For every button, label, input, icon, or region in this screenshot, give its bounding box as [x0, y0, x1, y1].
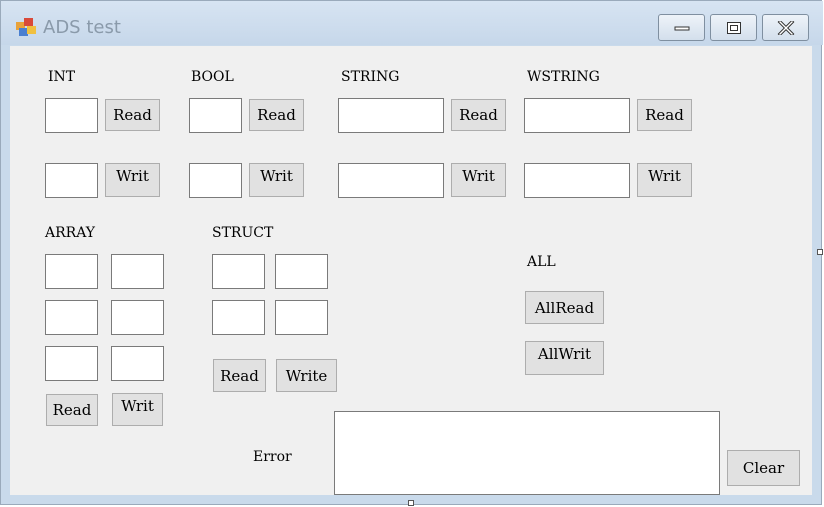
array-read-button[interactable]: Read [46, 394, 98, 426]
wstring-label: WSTRING [527, 69, 600, 85]
all-write-button[interactable]: AllWrit [525, 341, 604, 375]
int-read-field[interactable] [45, 98, 98, 133]
minimize-icon [674, 26, 690, 31]
title-bar[interactable]: ADS test [1, 1, 823, 45]
window-title: ADS test [43, 17, 121, 38]
bool-label: BOOL [191, 69, 234, 85]
string-label: STRING [341, 69, 400, 85]
maximize-icon [727, 22, 741, 34]
close-button[interactable] [762, 14, 809, 41]
main-window: ADS test INT Read Writ BOOL Read Writ ST… [0, 0, 823, 505]
maximize-button[interactable] [710, 14, 757, 41]
wstring-write-field[interactable] [524, 163, 630, 198]
array-field-5[interactable] [111, 346, 164, 381]
struct-label: STRUCT [212, 225, 274, 241]
bool-write-field[interactable] [189, 163, 242, 198]
array-label: ARRAY [45, 225, 95, 241]
all-read-button[interactable]: AllRead [525, 291, 604, 324]
resize-handle-right[interactable] [817, 249, 823, 255]
int-label: INT [48, 69, 76, 85]
struct-read-button[interactable]: Read [213, 359, 266, 392]
bool-read-field[interactable] [189, 98, 242, 133]
resize-handle-bottom[interactable] [408, 500, 414, 506]
app-icon [16, 18, 36, 36]
array-write-button[interactable]: Writ [112, 393, 163, 426]
int-write-button[interactable]: Writ [105, 163, 160, 197]
bool-read-button[interactable]: Read [249, 99, 304, 131]
wstring-read-button[interactable]: Read [637, 99, 692, 131]
struct-field-0[interactable] [212, 254, 265, 289]
minimize-button[interactable] [658, 14, 705, 41]
struct-field-2[interactable] [212, 300, 265, 335]
string-read-button[interactable]: Read [451, 99, 506, 131]
form-client-area: INT Read Writ BOOL Read Writ STRING Read… [10, 46, 812, 495]
string-write-button[interactable]: Writ [451, 163, 506, 197]
all-label: ALL [527, 254, 556, 270]
array-field-3[interactable] [111, 300, 164, 335]
wstring-read-field[interactable] [524, 98, 630, 133]
struct-write-button[interactable]: Write [276, 359, 337, 392]
struct-field-1[interactable] [275, 254, 328, 289]
int-read-button[interactable]: Read [105, 99, 160, 131]
array-field-1[interactable] [111, 254, 164, 289]
close-icon [777, 21, 795, 35]
bool-write-button[interactable]: Writ [249, 163, 304, 197]
wstring-write-button[interactable]: Writ [637, 163, 692, 197]
string-write-field[interactable] [338, 163, 444, 198]
array-field-0[interactable] [45, 254, 98, 289]
array-field-2[interactable] [45, 300, 98, 335]
error-label: Error [253, 449, 292, 465]
array-field-4[interactable] [45, 346, 98, 381]
int-write-field[interactable] [45, 163, 98, 198]
clear-button[interactable]: Clear [727, 450, 800, 486]
string-read-field[interactable] [338, 98, 444, 133]
error-output-textarea[interactable] [334, 411, 720, 495]
struct-field-3[interactable] [275, 300, 328, 335]
